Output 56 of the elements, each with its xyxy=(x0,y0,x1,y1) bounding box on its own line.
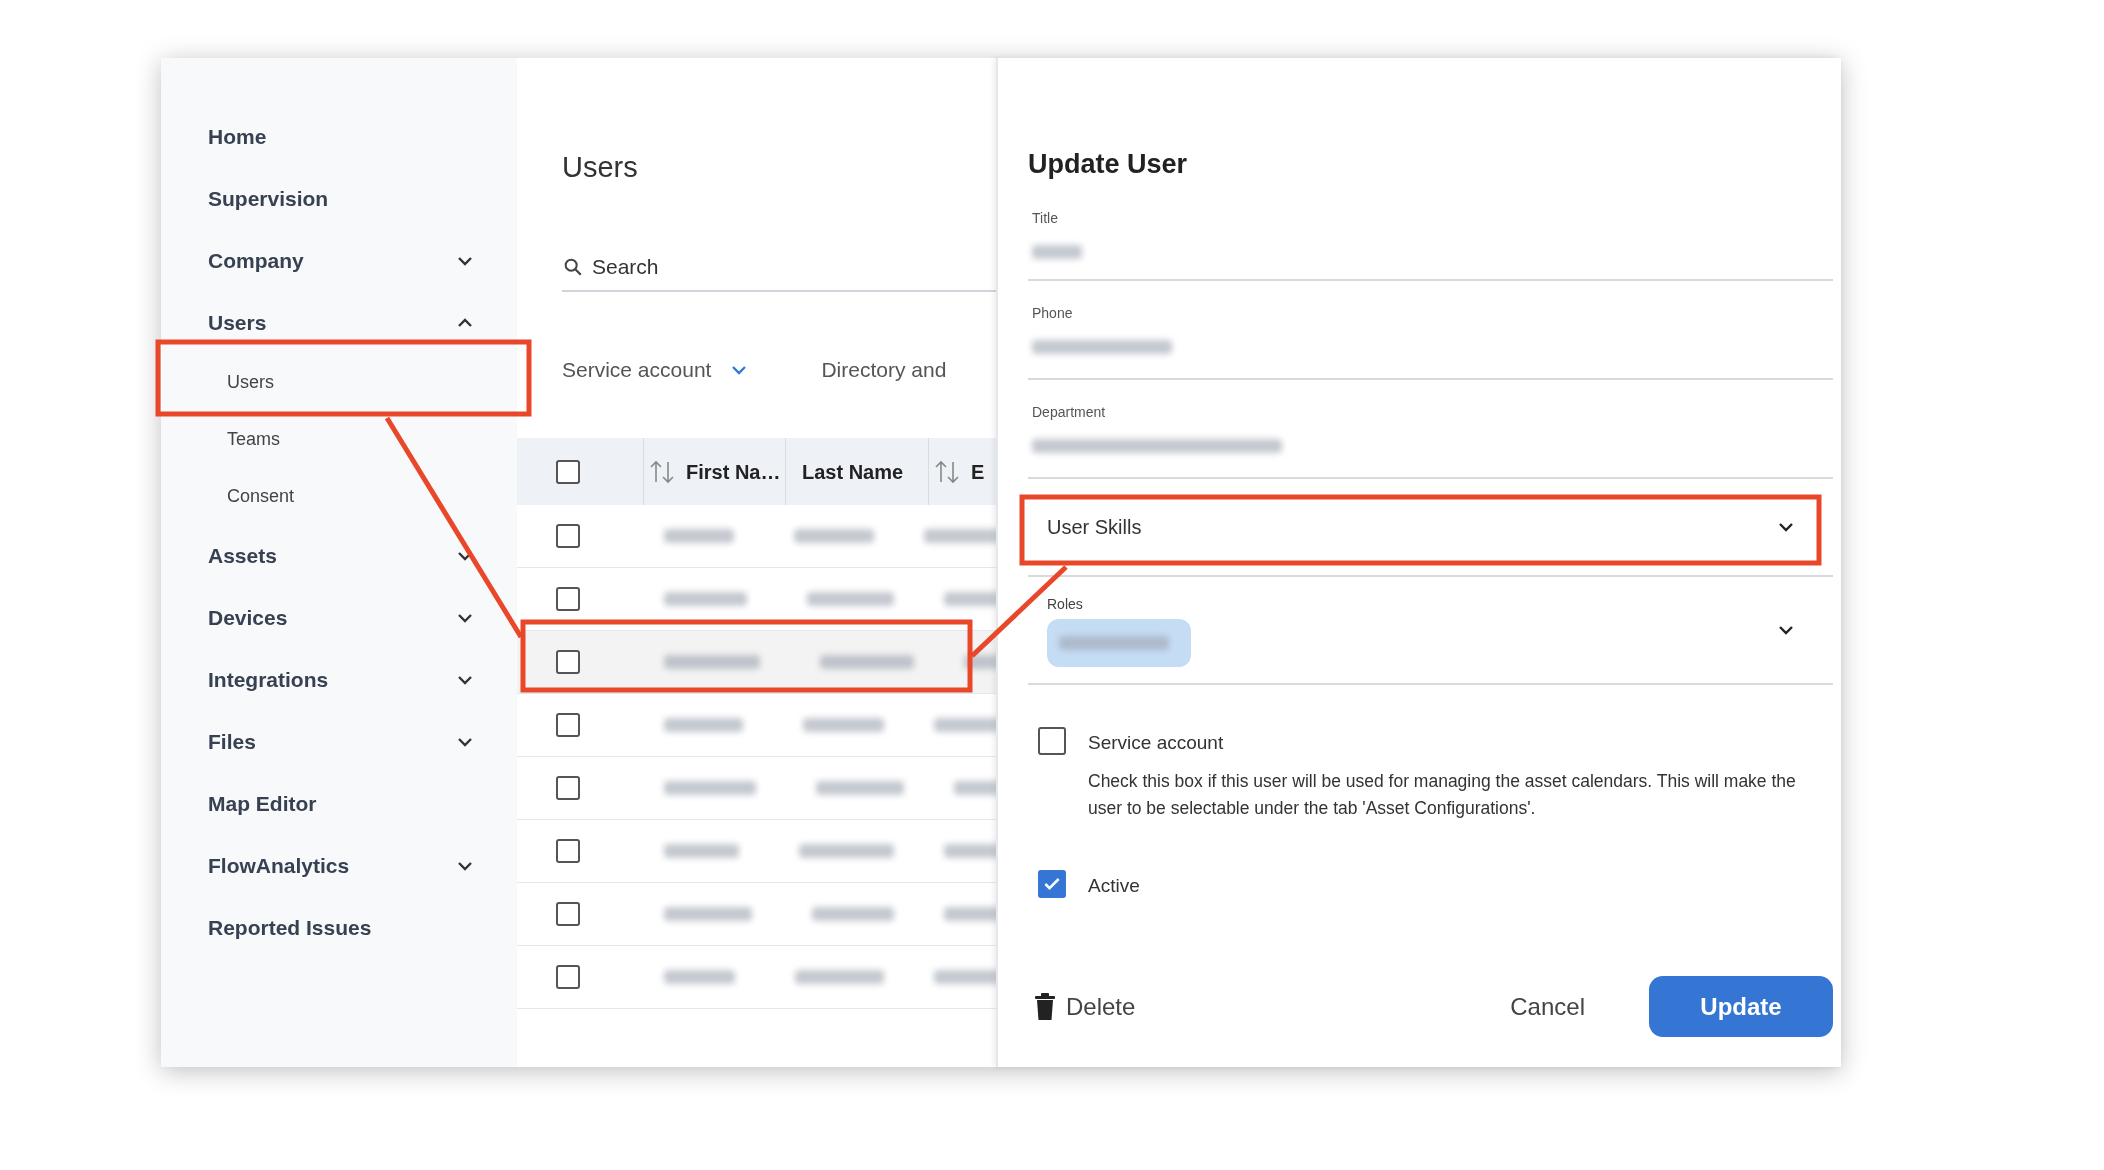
checkbox[interactable] xyxy=(1038,870,1066,898)
checkbox[interactable] xyxy=(556,524,580,548)
checkbox[interactable] xyxy=(556,650,580,674)
field-label: Department xyxy=(1031,403,1107,422)
sort-icon[interactable] xyxy=(648,458,676,485)
roles-select[interactable]: Roles xyxy=(1028,577,1833,685)
blurred-text xyxy=(664,970,735,984)
nav-item[interactable]: Map Editor xyxy=(208,788,317,820)
checkbox[interactable] xyxy=(556,713,580,737)
column-header[interactable]: E xyxy=(971,456,985,487)
filter-dropdown[interactable]: Service account xyxy=(562,354,752,386)
nav-item[interactable]: Company xyxy=(208,245,304,277)
field-label: Phone xyxy=(1031,304,1074,323)
checkbox[interactable] xyxy=(556,587,580,611)
column-header[interactable]: First Na… xyxy=(686,456,781,487)
checkbox[interactable] xyxy=(556,459,580,484)
page-title: Users xyxy=(561,150,639,185)
checkbox[interactable] xyxy=(556,776,580,800)
nav-item[interactable]: Users xyxy=(208,307,267,339)
user-skills-dropdown[interactable]: User Skills xyxy=(1028,479,1833,577)
blurred-text xyxy=(924,529,996,543)
column-header[interactable]: Last Name xyxy=(802,456,904,487)
checkbox[interactable] xyxy=(556,965,580,989)
delete-button[interactable]: Delete xyxy=(1028,988,1136,1025)
search-field[interactable]: Search xyxy=(592,251,992,283)
nav-subitem[interactable]: Users xyxy=(227,369,274,396)
filter-dropdown[interactable]: Directory and xyxy=(821,354,947,386)
nav-item[interactable]: Devices xyxy=(208,602,288,634)
help-text: Check this box if this user will be used for managing the asset calendars. This will make the user to be selectable under the tab 'Asset Configurations'. xyxy=(1088,769,1797,820)
blurred-text xyxy=(664,529,734,543)
checkbox-label: Active xyxy=(1088,874,1140,898)
sort-icon[interactable] xyxy=(933,458,961,485)
nav-item[interactable]: Integrations xyxy=(208,664,329,696)
field-label: Title xyxy=(1031,209,1059,228)
cancel-button[interactable]: Cancel xyxy=(1510,988,1585,1025)
nav-item[interactable]: Assets xyxy=(208,540,277,572)
nav-item[interactable]: Files xyxy=(208,726,256,758)
nav-subitem[interactable]: Consent xyxy=(227,483,295,510)
text-field[interactable]: Phone xyxy=(1028,281,1833,380)
checkbox-label: Service account xyxy=(1088,731,1225,755)
text-field[interactable]: Title xyxy=(1028,208,1833,281)
trash-icon xyxy=(1034,992,1056,1021)
search-icon xyxy=(562,256,584,278)
nav-item[interactable]: Reported Issues xyxy=(208,912,372,944)
nav-item[interactable]: Supervision xyxy=(208,183,329,215)
checkbox[interactable] xyxy=(1038,727,1066,755)
nav-item[interactable]: Home xyxy=(208,121,267,153)
update-button[interactable]: Update xyxy=(1649,976,1833,1037)
checkbox[interactable] xyxy=(556,839,580,863)
field-label: Roles xyxy=(1047,594,1084,614)
panel-title: Update User xyxy=(1028,148,1189,181)
nav-subitem[interactable]: Teams xyxy=(227,426,280,453)
text-field[interactable]: Department xyxy=(1028,380,1833,479)
blurred-text xyxy=(1032,245,1082,259)
nav-item[interactable]: FlowAnalytics xyxy=(208,850,350,882)
checkbox[interactable] xyxy=(556,902,580,926)
